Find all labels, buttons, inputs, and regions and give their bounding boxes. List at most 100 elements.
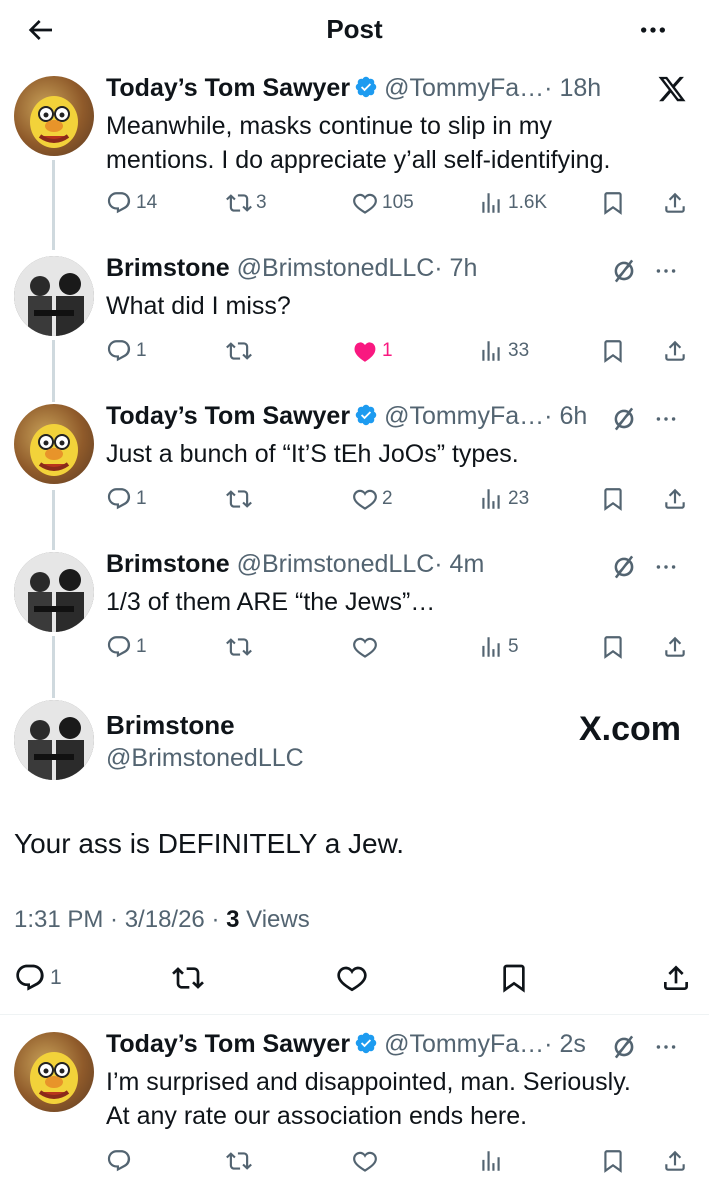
tweet-text-line: mentions. I do appreciate y’all self-ide…	[106, 146, 611, 174]
views-count: 3	[226, 906, 240, 933]
repost-icon	[172, 962, 204, 994]
views-icon	[478, 486, 504, 512]
verified-badge-icon	[354, 75, 378, 99]
repost-count: 3	[256, 192, 267, 213]
reply-count: 14	[136, 192, 158, 213]
bookmark-button[interactable]	[600, 632, 630, 662]
post-time[interactable]: 1:31 PM · 3/18/26 ·	[14, 906, 226, 933]
repost-icon	[226, 338, 252, 364]
share-button[interactable]	[662, 632, 692, 662]
bookmark-icon	[600, 486, 626, 512]
display-name[interactable]: Today’s Tom Sawyer	[106, 1030, 350, 1058]
like-button[interactable]: 2	[352, 484, 393, 514]
user-handle[interactable]: @BrimstonedLLC	[106, 744, 304, 773]
display-name[interactable]: Brimstone	[106, 710, 235, 741]
view-count: 23	[508, 488, 530, 509]
user-handle[interactable]: @TommyFa…	[384, 74, 544, 102]
repost-button[interactable]	[226, 1146, 256, 1176]
repost-button[interactable]	[172, 958, 208, 998]
more-icon[interactable]	[653, 404, 679, 434]
share-icon	[662, 486, 688, 512]
reply-icon	[106, 338, 132, 364]
display-name[interactable]: Today’s Tom Sawyer	[106, 74, 350, 102]
like-button[interactable]	[336, 958, 372, 998]
post-actions: 1	[0, 958, 709, 998]
reply-button[interactable]: 1	[14, 958, 62, 998]
more-icon[interactable]	[653, 256, 679, 286]
timestamp[interactable]: · 7h	[434, 254, 477, 282]
share-button[interactable]	[662, 188, 692, 218]
tweet-text-line: Just a bunch of “It’S tEh JoOs” types.	[106, 440, 519, 468]
post-meta: 1:31 PM · 3/18/26 · 3 Views	[14, 906, 310, 934]
more-icon[interactable]	[653, 552, 679, 582]
share-button[interactable]	[662, 1146, 692, 1176]
views-button[interactable]: 5	[478, 632, 519, 662]
display-name[interactable]: Brimstone	[106, 254, 230, 282]
avatar[interactable]	[14, 404, 94, 484]
reply-button[interactable]	[106, 1146, 136, 1176]
user-handle[interactable]: @BrimstonedLLC	[237, 550, 435, 578]
timestamp[interactable]: · 2s	[544, 1030, 586, 1058]
display-name[interactable]: Today’s Tom Sawyer	[106, 402, 350, 430]
avatar[interactable]	[14, 256, 94, 336]
heart-filled-icon	[352, 338, 378, 364]
reply-count: 1	[136, 636, 147, 657]
share-icon	[660, 962, 692, 994]
bookmark-button[interactable]	[600, 1146, 630, 1176]
grok-icon[interactable]	[609, 404, 639, 434]
like-button[interactable]	[352, 632, 382, 662]
avatar[interactable]	[14, 700, 94, 780]
avatar[interactable]	[14, 1032, 94, 1112]
timestamp[interactable]: · 18h	[544, 74, 601, 102]
divider	[0, 1014, 709, 1015]
views-button[interactable]	[478, 1146, 508, 1176]
repost-button[interactable]: 3	[226, 188, 267, 218]
repost-button[interactable]	[226, 484, 256, 514]
views-icon	[478, 1148, 504, 1174]
more-icon[interactable]	[653, 1032, 679, 1062]
timestamp[interactable]: · 6h	[544, 402, 587, 430]
reply-icon	[14, 962, 46, 994]
timestamp[interactable]: · 4m	[434, 550, 484, 578]
bookmark-button[interactable]	[600, 336, 630, 366]
tweet-text-line: Meanwhile, masks continue to slip in my	[106, 112, 553, 140]
reply-icon	[106, 190, 132, 216]
user-handle[interactable]: @BrimstonedLLC	[237, 254, 435, 282]
user-handle[interactable]: @TommyFa…	[384, 1030, 544, 1058]
watermark: X.com	[578, 710, 681, 748]
display-name[interactable]: Brimstone	[106, 550, 230, 578]
repost-button[interactable]	[226, 336, 256, 366]
repost-button[interactable]	[226, 632, 256, 662]
user-handle[interactable]: @TommyFa…	[384, 402, 544, 430]
view-count: 5	[508, 636, 519, 657]
views-button[interactable]: 33	[478, 336, 529, 366]
reply-count: 1	[50, 966, 62, 989]
avatar[interactable]	[14, 76, 94, 156]
bookmark-button[interactable]	[600, 484, 630, 514]
bookmark-button[interactable]	[498, 958, 534, 998]
reply-button[interactable]: 1	[106, 336, 147, 366]
like-button[interactable]: 1	[352, 336, 393, 366]
share-icon	[662, 190, 688, 216]
heart-icon	[352, 486, 378, 512]
share-button[interactable]	[660, 958, 696, 998]
share-button[interactable]	[662, 484, 692, 514]
grok-icon[interactable]	[609, 1032, 639, 1062]
repost-icon	[226, 634, 252, 660]
more-horizontal-icon[interactable]	[635, 14, 671, 46]
views-button[interactable]: 23	[478, 484, 529, 514]
grok-icon[interactable]	[609, 552, 639, 582]
share-button[interactable]	[662, 336, 692, 366]
grok-icon[interactable]	[609, 256, 639, 286]
reply-button[interactable]: 1	[106, 632, 147, 662]
reply-button[interactable]: 14	[106, 188, 157, 218]
reply-icon	[106, 486, 132, 512]
heart-icon	[352, 190, 378, 216]
reply-button[interactable]: 1	[106, 484, 147, 514]
avatar[interactable]	[14, 552, 94, 632]
like-button[interactable]: 105	[352, 188, 414, 218]
views-button[interactable]: 1.6K	[478, 188, 547, 218]
like-button[interactable]	[352, 1146, 382, 1176]
tweet-actions: 14 3 105 1.6K	[106, 188, 696, 218]
bookmark-button[interactable]	[600, 188, 630, 218]
